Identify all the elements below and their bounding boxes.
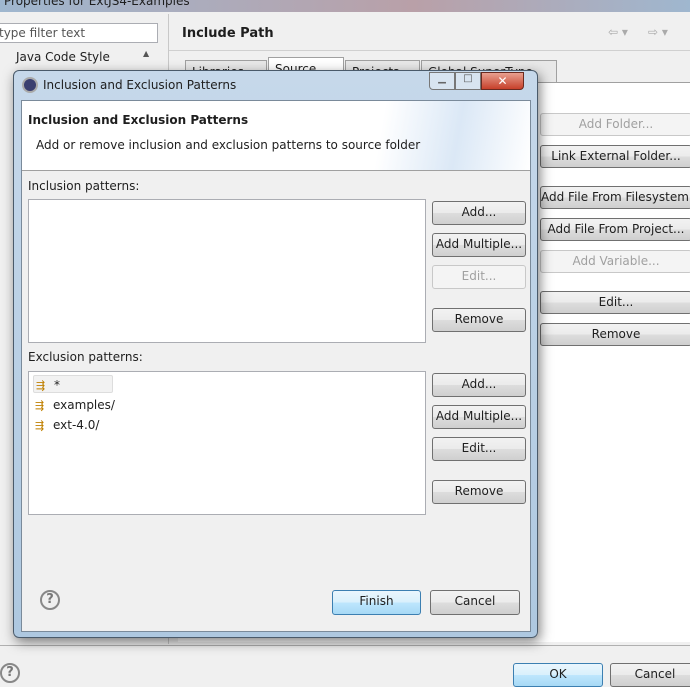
dialog-icon	[22, 77, 38, 93]
window-titlebar: Properties for ExtJS4-Examples	[0, 0, 690, 12]
header-separator	[169, 50, 690, 51]
exclusion-remove-button[interactable]: Remove	[432, 480, 526, 504]
exclusion-list[interactable]: ⇶ * ⇶ examples/ ⇶ ext-4.0/	[28, 371, 426, 515]
exclusion-pattern-icon: ⇶	[35, 419, 45, 432]
add-file-filesystem-button[interactable]: Add File From Filesystem...	[540, 186, 690, 209]
dialog-body: Inclusion and Exclusion Patterns Add or …	[21, 100, 531, 632]
dialog-title: Inclusion and Exclusion Patterns	[43, 78, 237, 92]
exclusion-edit-button[interactable]: Edit...	[432, 437, 526, 461]
inclusion-list[interactable]	[28, 199, 426, 343]
ok-button[interactable]: OK	[513, 663, 603, 687]
dialog-cancel-button[interactable]: Cancel	[430, 590, 520, 615]
close-button[interactable]: ✕	[481, 72, 524, 90]
inclusion-edit-button[interactable]: Edit...	[432, 265, 526, 289]
list-item[interactable]: ⇶ examples/	[33, 396, 115, 414]
add-variable-button[interactable]: Add Variable...	[540, 250, 690, 273]
cancel-button[interactable]: Cancel	[610, 663, 690, 687]
tree-scroll-up[interactable]: ▲	[143, 49, 157, 65]
item-label: examples/	[53, 398, 115, 412]
list-item[interactable]: ⇶ ext-4.0/	[33, 416, 99, 434]
inclusion-remove-button[interactable]: Remove	[432, 308, 526, 332]
filter-input[interactable]: type filter text	[0, 23, 158, 43]
dialog-header: Inclusion and Exclusion Patterns Add or …	[22, 101, 530, 171]
inclusion-add-multiple-button[interactable]: Add Multiple...	[432, 233, 526, 257]
exclusion-label: Exclusion patterns:	[28, 350, 143, 364]
maximize-button[interactable]: □	[455, 72, 481, 90]
exclusion-add-button[interactable]: Add...	[432, 373, 526, 397]
exclusion-pattern-icon: ⇶	[35, 399, 45, 412]
item-label: ext-4.0/	[53, 418, 100, 432]
exclusion-pattern-icon: ⇶	[36, 379, 46, 392]
nav-forward-icon[interactable]: ⇨ ▾	[648, 25, 668, 39]
dialog-help-icon[interactable]: ?	[40, 590, 60, 610]
finish-button[interactable]: Finish	[332, 590, 421, 615]
remove-button[interactable]: Remove	[540, 323, 690, 346]
header-description: Add or remove inclusion and exclusion pa…	[36, 138, 421, 152]
page-title: Include Path	[182, 26, 274, 41]
edit-button[interactable]: Edit...	[540, 291, 690, 314]
filter-placeholder: type filter text	[0, 26, 86, 40]
window-title: Properties for ExtJS4-Examples	[4, 0, 190, 8]
add-file-project-button[interactable]: Add File From Project...	[540, 218, 690, 241]
help-icon[interactable]: ?	[0, 663, 20, 683]
header-title: Inclusion and Exclusion Patterns	[28, 113, 249, 127]
inclusion-label: Inclusion patterns:	[28, 179, 140, 193]
nav-back-icon[interactable]: ⇦ ▾	[608, 25, 628, 39]
bottom-separator	[0, 645, 690, 646]
list-item[interactable]: ⇶ *	[33, 375, 113, 393]
add-folder-button[interactable]: Add Folder...	[540, 113, 690, 136]
inclusion-add-button[interactable]: Add...	[432, 201, 526, 225]
minimize-button[interactable]: ▁	[429, 72, 455, 90]
exclusion-add-multiple-button[interactable]: Add Multiple...	[432, 405, 526, 429]
link-external-folder-button[interactable]: Link External Folder...	[540, 145, 690, 168]
item-label: *	[54, 378, 60, 392]
dialog: Inclusion and Exclusion Patterns ▁ □ ✕ I…	[13, 70, 538, 638]
tree-item[interactable]: Java Code Style	[16, 50, 110, 64]
